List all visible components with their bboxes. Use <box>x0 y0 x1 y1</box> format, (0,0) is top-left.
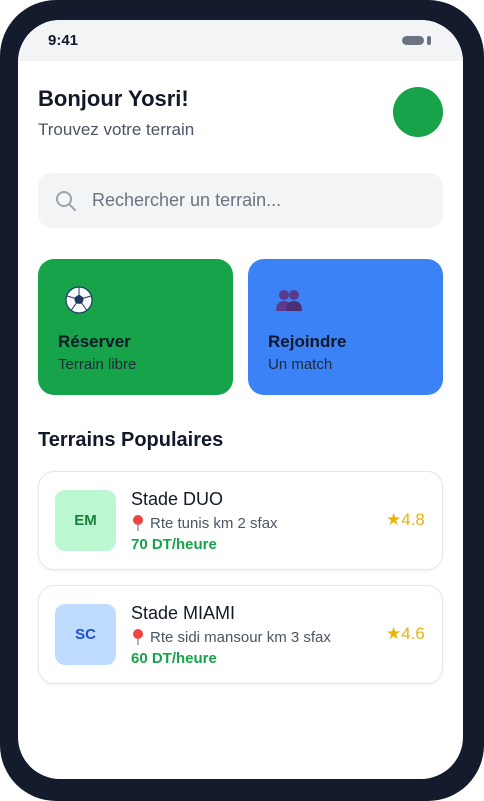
field-card[interactable]: SC Stade MIAMI Rte sidi mansour km 3 sfa… <box>38 585 443 684</box>
field-location: Rte sidi mansour km 3 sfax <box>131 628 331 646</box>
join-title: Rejoindre <box>268 332 347 351</box>
status-bar: 9:41 <box>18 20 463 61</box>
field-name: Stade DUO <box>131 489 224 509</box>
popular-section-title: Terrains Populaires <box>38 429 224 451</box>
field-price: 70 DT/heure <box>131 536 217 553</box>
search-bar[interactable] <box>38 173 443 228</box>
field-name: Stade MIAMI <box>131 603 236 623</box>
battery-tip-icon <box>427 36 431 45</box>
field-location-text: Rte tunis km 2 sfax <box>150 514 278 532</box>
reserve-subtitle: Terrain libre <box>58 356 137 373</box>
field-initials-badge: SC <box>55 604 116 665</box>
soccer-ball-icon <box>65 286 93 314</box>
field-card[interactable]: EM Stade DUO Rte tunis km 2 sfax 70 DT/h… <box>38 471 443 570</box>
field-location-text: Rte sidi mansour km 3 sfax <box>150 628 331 646</box>
status-time: 9:41 <box>48 32 79 49</box>
field-initials-badge: EM <box>55 490 116 551</box>
reserve-title: Réserver <box>58 332 131 351</box>
field-rating: ★4.8 <box>386 510 425 529</box>
reserve-card[interactable]: Réserver Terrain libre <box>38 259 233 395</box>
join-card[interactable]: Rejoindre Un match <box>248 259 443 395</box>
greeting-title: Bonjour Yosri! <box>38 86 189 111</box>
field-price: 60 DT/heure <box>131 650 217 667</box>
field-location: Rte tunis km 2 sfax <box>131 514 278 532</box>
people-icon <box>276 290 302 311</box>
map-pin-icon <box>133 629 143 645</box>
search-icon <box>56 191 76 211</box>
greeting-subtitle: Trouvez votre terrain <box>38 120 195 139</box>
join-subtitle: Un match <box>268 356 333 373</box>
map-pin-icon <box>133 515 143 531</box>
phone-frame: 9:41 Bonjour Yosri! Trouvez votre terrai… <box>0 0 484 801</box>
avatar[interactable] <box>393 87 443 137</box>
battery-icon <box>402 36 424 45</box>
field-rating: ★4.6 <box>386 624 425 643</box>
app-screen: 9:41 Bonjour Yosri! Trouvez votre terrai… <box>18 20 463 779</box>
search-input[interactable] <box>92 173 422 228</box>
